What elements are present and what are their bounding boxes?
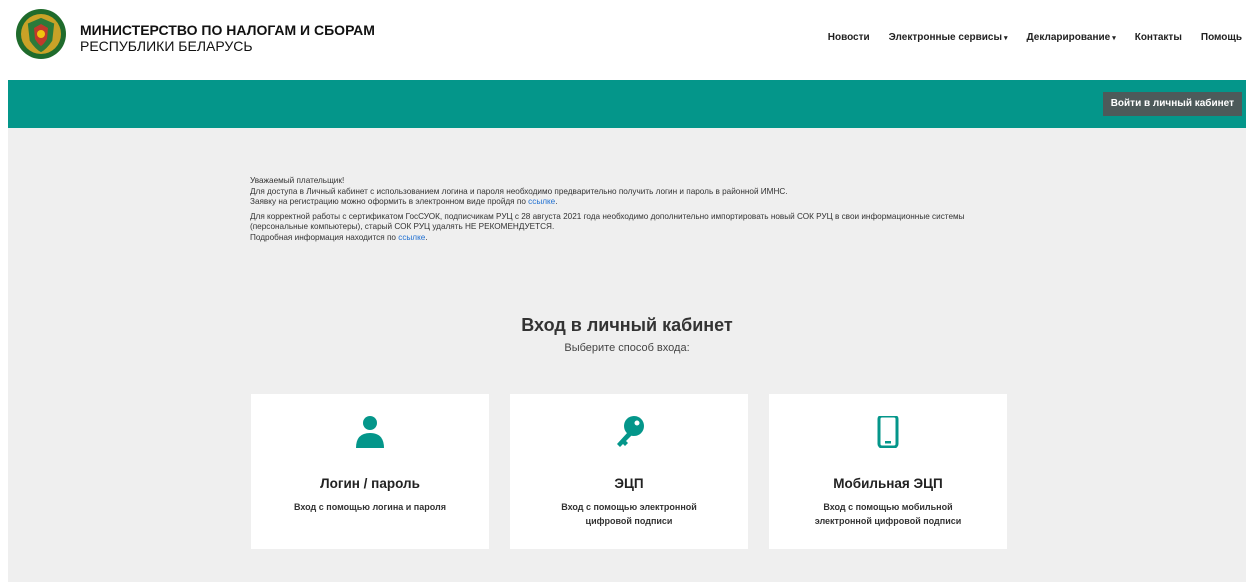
organization-title[interactable]: МИНИСТЕРСТВО ПО НАЛОГАМ И СБОРАМ РЕСПУБЛ… [80,22,375,54]
notice-line2: Заявку на регистрацию можно оформить в э… [250,197,529,206]
notice-text: Уважаемый плательщик! Для доступа в Личн… [250,176,990,247]
login-method-password-title: Логин / пароль [320,476,420,491]
login-method-mobile-signature-title: Мобильная ЭЦП [833,476,943,491]
nav-item-contacts[interactable]: Контакты [1135,32,1182,43]
mobile-phone-icon [877,416,899,448]
key-icon [617,416,644,447]
login-method-digital-signature-card[interactable]: ЭЦП Вход с помощью электронной цифровой … [510,394,748,549]
login-method-digital-signature-title: ЭЦП [614,476,644,491]
nav-item-electronic-services[interactable]: Электронные сервисы ▾ [889,32,1008,43]
chevron-down-icon: ▾ [1112,35,1116,42]
site-header: МИНИСТЕРСТВО ПО НАЛОГАМ И СБОРАМ РЕСПУБЛ… [0,0,1246,80]
nav-item-news-label: Новости [827,32,870,43]
registration-link[interactable]: ссылке [528,197,555,206]
period: . [555,197,558,206]
chevron-down-icon: ▾ [1004,35,1008,42]
coat-of-arms-logo[interactable] [14,7,68,61]
user-icon [356,416,384,448]
nav-item-declaring-label: Декларирование [1026,32,1111,43]
banner-bar: Войти в личный кабинет [8,80,1246,128]
login-method-mobile-signature-card[interactable]: Мобильная ЭЦП Вход с помощью мобильной э… [769,394,1007,549]
notice-line3: Подробная информация находится по [250,232,399,242]
nav-item-electronic-services-label: Электронные сервисы [888,32,1003,43]
nav-item-help-label: Помощь [1200,32,1242,43]
login-heading: Вход в личный кабинет [521,315,733,335]
main-content: Уважаемый плательщик! Для доступа в Личн… [8,128,1246,582]
login-method-digital-signature-desc: Вход с помощью электронной цифровой подп… [561,502,697,526]
notice-greeting: Уважаемый плательщик! [250,176,345,185]
notice-para2: Для корректной работы с сертификатом Гос… [250,211,965,232]
org-title-line2: РЕСПУБЛИКИ БЕЛАРУСЬ [80,38,253,54]
nav-item-help[interactable]: Помощь [1201,32,1242,43]
period: . [425,232,428,242]
notice-paragraph-2: Для корректной работы с сертификатом Гос… [250,212,990,244]
notice-paragraph-1: Уважаемый плательщик! Для доступа в Личн… [250,176,990,208]
nav-item-declaring[interactable]: Декларирование ▾ [1027,32,1116,43]
nav-item-contacts-label: Контакты [1134,32,1182,43]
login-subheading: Выберите способ входа: [564,342,690,354]
login-method-password-card[interactable]: Логин / пароль Вход с помощью логина и п… [251,394,489,549]
org-title-line1: МИНИСТЕРСТВО ПО НАЛОГАМ И СБОРАМ [80,22,375,38]
login-cabinet-button[interactable]: Войти в личный кабинет [1102,92,1242,116]
nav-item-news[interactable]: Новости [828,32,870,43]
notice-line1: Для доступа в Личный кабинет с использов… [250,186,788,196]
login-method-password-desc: Вход с помощью логина и пароля [294,502,446,512]
top-navigation: Новости Электронные сервисы ▾ Декларирова… [809,32,1242,43]
more-info-link[interactable]: ссылке [398,233,425,242]
login-method-mobile-signature-desc: Вход с помощью мобильной электронной циф… [814,502,962,526]
